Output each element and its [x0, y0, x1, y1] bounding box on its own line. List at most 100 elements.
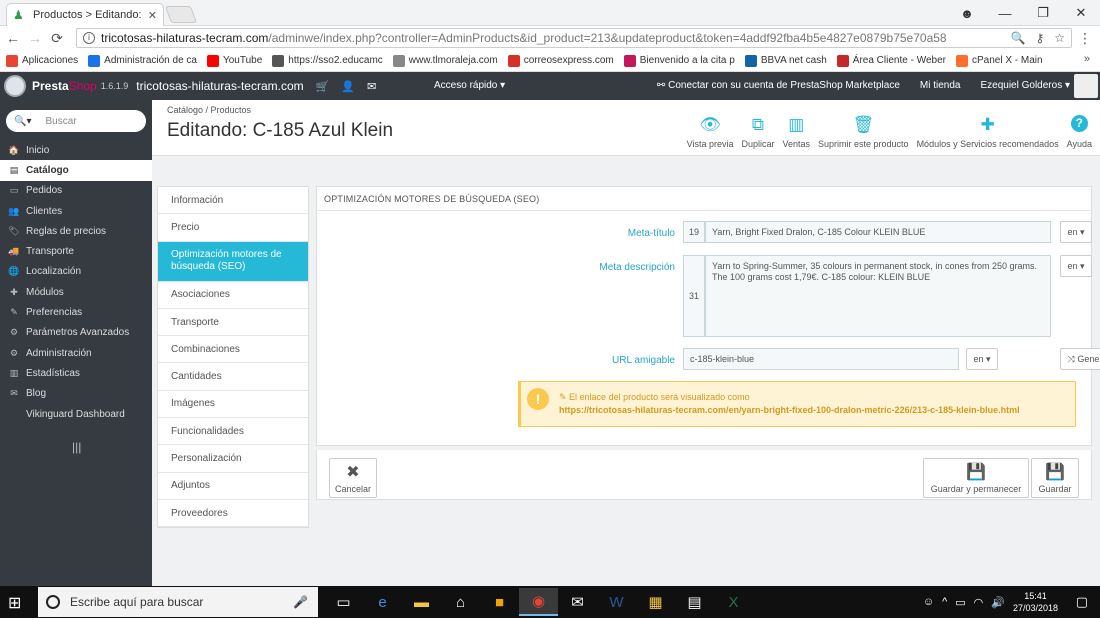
new-tab-button[interactable] [164, 6, 198, 23]
toolbar-suprimir-este-producto-button[interactable]: 🗑 Suprimir este producto [818, 114, 909, 149]
url-preview-link[interactable]: https://tricotosas-hilaturas-tecram.com/… [559, 405, 1020, 415]
tab-product-section[interactable]: Información [158, 187, 308, 215]
sidebar-item-administracion[interactable]: ⚙ Administración [0, 343, 152, 363]
friendly-url-field[interactable]: c-185-klein-blue [683, 348, 959, 370]
meta-description-lang-select[interactable]: en ▾ [1060, 255, 1092, 277]
collapse-menu-icon[interactable]: ||| [72, 440, 81, 454]
star-icon[interactable]: ☆ [1054, 31, 1065, 45]
taskbar-search-input[interactable]: Escribe aquí para buscar 🎤 [38, 587, 318, 617]
close-tab-icon[interactable]: ✕ [148, 9, 157, 22]
info-icon[interactable]: i [83, 32, 95, 44]
back-icon[interactable]: ← [4, 30, 22, 46]
calculator-icon[interactable]: ▤ [675, 588, 714, 616]
windows-start-icon[interactable]: ⊞ [8, 593, 21, 613]
prestashop-logo[interactable]: Presta Shop 1.6.1.9 [4, 75, 136, 97]
tab-product-section[interactable]: Funcionalidades [158, 418, 308, 446]
admin-search-input[interactable]: 🔍▾ Buscar [6, 110, 146, 132]
clock[interactable]: 15:41 27/03/2018 [1013, 590, 1058, 614]
tab-product-section[interactable]: Transporte [158, 309, 308, 337]
toolbar-ventas-button[interactable]: ▥ Ventas [782, 114, 810, 149]
my-shop-link[interactable]: Mi tienda [920, 80, 961, 91]
sidebar-item-vikinguard-dashboard[interactable]: Vikinguard Dashboard [0, 404, 152, 424]
word-icon[interactable]: W [597, 588, 636, 616]
key-icon[interactable]: ⚷ [1035, 31, 1044, 45]
cancel-button[interactable]: ✖ Cancelar [329, 458, 377, 498]
bookmarks-more-icon[interactable]: » [1084, 53, 1090, 65]
sidebar-item-parametros-avanzados[interactable]: ⚙ Parámetros Avanzados [0, 323, 152, 343]
bookmark-item[interactable]: BBVA net cash [744, 54, 827, 67]
url-input[interactable]: i tricotosas-hilaturas-tecram.com/adminw… [76, 28, 1072, 48]
bookmark-item[interactable]: Administración de ca [88, 54, 197, 67]
bookmark-item[interactable]: https://sso2.educamc [272, 54, 383, 67]
bookmark-item[interactable]: Área Cliente - Weber [836, 54, 946, 67]
sidebar-item-modulos[interactable]: ✚ Módulos [0, 282, 152, 302]
task-view-icon[interactable]: ▭ [324, 588, 363, 616]
forward-icon[interactable]: → [26, 30, 44, 46]
meta-description-field[interactable]: Yarn to Spring-Summer, 35 colours in per… [705, 255, 1051, 337]
tab-seo[interactable]: Optimización motores de búsqueda (SEO) [158, 241, 308, 282]
sidebar-item-catalogo[interactable]: ▤ Catálogo [0, 160, 152, 181]
toolbar-duplicar-button[interactable]: ⧉ Duplicar [741, 114, 774, 149]
customer-icon[interactable]: 👤 [341, 80, 355, 93]
user-menu[interactable]: Ezequiel Golderos ▾ [980, 80, 1070, 91]
friendly-url-lang-select[interactable]: en ▾ [966, 348, 998, 370]
search-icon[interactable]: 🔍▾ [14, 116, 31, 127]
browser-menu-icon[interactable]: ⋮ [1078, 30, 1092, 47]
avatar[interactable] [1074, 74, 1098, 98]
bookmark-item[interactable]: correosexpress.com [507, 54, 614, 67]
generate-url-button[interactable]: ⤨ Generar [1060, 348, 1100, 370]
app-icon[interactable]: ■ [480, 588, 519, 616]
sidebar-item-clientes[interactable]: 👥 Clientes [0, 201, 152, 221]
cart-icon[interactable]: 🛒 [316, 80, 330, 93]
maximize-icon[interactable]: ❐ [1024, 2, 1062, 24]
tab-product-section[interactable]: Combinaciones [158, 336, 308, 364]
file-explorer-icon[interactable]: ▬ [402, 588, 441, 616]
marketplace-link[interactable]: ⚯ Conectar con su cuenta de PrestaShop M… [657, 80, 900, 91]
tray-chevron-icon[interactable]: ^ [942, 596, 947, 608]
tab-product-section[interactable]: Precio [158, 214, 308, 242]
sidebar-item-preferencias[interactable]: ✎ Preferencias [0, 302, 152, 322]
notifications-icon[interactable]: ▢ [1076, 594, 1088, 610]
messages-icon[interactable]: ✉ [367, 80, 376, 93]
quick-access-menu[interactable]: Acceso rápido ▾ [434, 80, 505, 91]
home-icon[interactable]: ⌂ [441, 588, 480, 616]
reload-icon[interactable]: ⟳ [48, 30, 66, 47]
zoom-icon[interactable]: 🔍 [1010, 31, 1025, 45]
battery-icon[interactable]: ▭ [955, 596, 965, 609]
toolbar-vista-previa-button[interactable]: 👁 Vista previa [687, 114, 734, 149]
tab-product-section[interactable]: Imágenes [158, 391, 308, 419]
tab-product-section[interactable]: Asociaciones [158, 282, 308, 309]
meta-title-field[interactable]: Yarn, Bright Fixed Dralon, C-185 Colour … [705, 221, 1051, 243]
sidebar-item-inicio[interactable]: 🏠 Inicio [0, 140, 152, 160]
tab-product-section[interactable]: Proveedores [158, 500, 308, 528]
volume-icon[interactable]: 🔊 [991, 596, 1005, 609]
apps-icon[interactable]: ▦ [636, 588, 675, 616]
bookmark-item[interactable]: Aplicaciones [6, 54, 78, 67]
bookmark-item[interactable]: www.tlmoraleja.com [392, 54, 498, 67]
sidebar-item-estadisticas[interactable]: ▥ Estadísticas [0, 363, 152, 383]
chrome-icon[interactable]: ◉ [519, 588, 558, 616]
close-window-icon[interactable]: ✕ [1062, 2, 1100, 24]
shop-name-link[interactable]: tricotosas-hilaturas-tecram.com [136, 79, 303, 93]
toolbar-ayuda-button[interactable]: ? Ayuda [1067, 115, 1092, 149]
tab-product-section[interactable]: Personalización [158, 445, 308, 473]
browser-tab[interactable]: ♟ Productos > Editando: C ✕ [6, 3, 164, 26]
bookmark-item[interactable]: cPanel X - Main [955, 54, 1043, 67]
sidebar-item-blog[interactable]: ✉ Blog [0, 384, 152, 404]
sidebar-item-localizacion[interactable]: 🌐 Localización [0, 262, 152, 282]
sidebar-item-transporte[interactable]: 🚚 Transporte [0, 241, 152, 261]
wifi-icon[interactable]: ◠ [974, 596, 984, 609]
sidebar-item-pedidos[interactable]: ▭ Pedidos [0, 181, 152, 201]
minimize-icon[interactable]: — [986, 2, 1024, 24]
save-and-stay-button[interactable]: 💾 Guardar y permanecer [923, 458, 1029, 498]
microphone-icon[interactable]: 🎤 [293, 595, 308, 609]
profile-icon[interactable]: ☻ [948, 2, 986, 24]
bookmark-item[interactable]: YouTube [206, 54, 262, 67]
toolbar-modulos-y-servicios-recomendados-button[interactable]: ✚ Módulos y Servicios recomendados [917, 114, 1059, 149]
bookmark-item[interactable]: Bienvenido a la cita p [623, 54, 735, 67]
excel-icon[interactable]: X [714, 588, 753, 616]
mail-icon[interactable]: ✉ [558, 588, 597, 616]
edge-icon[interactable]: e [363, 588, 402, 616]
save-button[interactable]: 💾 Guardar [1031, 458, 1079, 498]
people-icon[interactable]: ☺ [923, 596, 934, 608]
